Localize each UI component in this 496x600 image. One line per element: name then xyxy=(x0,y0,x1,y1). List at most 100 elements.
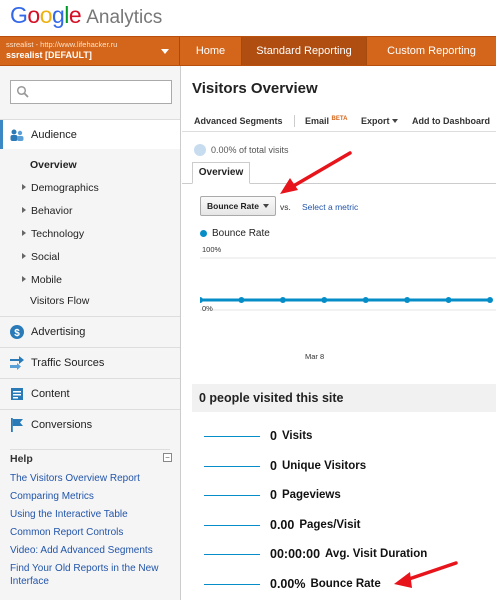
sparkline xyxy=(204,435,260,437)
expand-triangle-icon xyxy=(22,184,26,190)
data-point xyxy=(200,297,203,303)
export-button[interactable]: Export xyxy=(361,116,398,126)
toolbar-divider xyxy=(294,115,295,127)
sparkline xyxy=(204,465,260,467)
help-link[interactable]: Video: Add Advanced Segments xyxy=(10,544,170,557)
advanced-segments-button[interactable]: Advanced Segments xyxy=(194,116,283,126)
metric-dropdown[interactable]: Bounce Rate xyxy=(200,196,276,216)
svg-text:$: $ xyxy=(14,328,20,339)
account-profile: ssrealist [DEFAULT] xyxy=(6,50,92,60)
stat-value: 0 xyxy=(270,488,277,502)
chevron-down-icon xyxy=(263,204,269,208)
add-to-dashboard-button[interactable]: Add to Dashboard xyxy=(412,116,490,126)
help-link[interactable]: Using the Interactive Table xyxy=(10,508,170,521)
page-icon xyxy=(11,387,23,400)
help-link[interactable]: Find Your Old Reports in the New Interfa… xyxy=(10,562,170,588)
sidebar-subitem-label: Technology xyxy=(31,228,85,240)
stat-value: 0.00 xyxy=(270,518,295,532)
legend-label: Bounce Rate xyxy=(212,228,270,239)
sparkline xyxy=(204,494,260,496)
sidebar-subitem-social[interactable]: Social xyxy=(22,248,60,266)
visited-summary: 0 people visited this site xyxy=(192,384,496,412)
sidebar-subitem-visitors-flow[interactable]: Visitors Flow xyxy=(30,292,89,310)
sidebar-item-label: Audience xyxy=(31,128,77,141)
stat-visits[interactable]: 0 Visits xyxy=(204,426,312,446)
y-tick-label-top: 100% xyxy=(202,245,222,254)
stat-unique-visitors[interactable]: 0 Unique Visitors xyxy=(204,456,366,476)
stat-pages-per-visit[interactable]: 0.00 Pages/Visit xyxy=(204,515,361,535)
stat-value: 0 xyxy=(270,429,277,443)
sidebar-subitem-mobile[interactable]: Mobile xyxy=(22,271,62,289)
help-title: Help xyxy=(10,449,170,467)
select-metric-link[interactable]: Select a metric xyxy=(302,202,358,212)
sidebar: Audience Overview Demographics Behavior … xyxy=(0,66,181,600)
stat-pageviews[interactable]: 0 Pageviews xyxy=(204,485,341,505)
metric-dropdown-label: Bounce Rate xyxy=(207,201,259,211)
email-label: Email xyxy=(305,116,330,126)
total-visits-text: 0.00% of total visits xyxy=(211,145,289,155)
sparkline xyxy=(204,553,260,555)
data-point xyxy=(445,297,452,303)
stat-label: Unique Visitors xyxy=(281,460,367,472)
search-input[interactable] xyxy=(10,80,172,104)
account-selector[interactable]: ssrealist - http://www.lifehacker.ru ssr… xyxy=(0,37,180,65)
sidebar-item-advertising[interactable]: $ Advertising xyxy=(0,316,180,346)
segment-dot-icon xyxy=(194,144,206,156)
sidebar-item-label: Conversions xyxy=(31,418,93,431)
series-dot-icon xyxy=(200,230,207,237)
sidebar-subitem-label: Social xyxy=(31,251,60,263)
stat-value: 00:00:00 xyxy=(270,547,321,561)
help-link[interactable]: The Visitors Overview Report xyxy=(10,472,170,485)
analytics-page: Google Analytics ssrealist - http://www.… xyxy=(0,0,496,600)
sidebar-subitem-label: Mobile xyxy=(31,274,62,286)
help-panel: Help − The Visitors Overview Report Comp… xyxy=(0,449,180,588)
arrows-icon xyxy=(10,355,24,370)
stat-label: Bounce Rate xyxy=(310,578,381,590)
dollar-icon: $ xyxy=(10,324,24,339)
expand-triangle-icon xyxy=(22,207,26,213)
sidebar-item-audience[interactable]: Audience xyxy=(0,119,180,149)
x-tick-label: Mar 8 xyxy=(305,352,324,361)
stat-value: 0 xyxy=(270,459,277,473)
stat-label: Pages/Visit xyxy=(299,519,361,531)
sidebar-subitem-behavior[interactable]: Behavior xyxy=(22,202,72,220)
sidebar-subitem-label: Behavior xyxy=(31,205,73,217)
sidebar-item-content[interactable]: Content xyxy=(0,378,180,408)
vs-label: vs. xyxy=(280,202,291,212)
data-point xyxy=(279,297,286,303)
sidebar-item-traffic-sources[interactable]: Traffic Sources xyxy=(0,347,180,377)
sidebar-subitem-demographics[interactable]: Demographics xyxy=(22,179,99,197)
stat-avg-visit-duration[interactable]: 00:00:00 Avg. Visit Duration xyxy=(204,544,427,564)
search-icon xyxy=(16,85,29,98)
tab-overview[interactable]: Overview xyxy=(192,162,250,184)
data-point xyxy=(238,297,245,303)
email-button[interactable]: Email BETA xyxy=(305,116,347,126)
sparkline xyxy=(204,524,260,526)
chart-legend: Bounce Rate xyxy=(200,228,270,239)
stat-label: Visits xyxy=(281,430,313,442)
main-content: Visitors Overview Advanced Segments Emai… xyxy=(182,66,496,600)
line-chart[interactable]: 100% 0% Mar 8 xyxy=(200,242,496,368)
collapse-icon[interactable]: − xyxy=(163,453,172,462)
sidebar-subitem-overview[interactable]: Overview xyxy=(30,156,77,174)
help-link[interactable]: Common Report Controls xyxy=(10,526,170,539)
sparkline xyxy=(204,583,260,585)
sidebar-item-label: Content xyxy=(31,387,70,400)
stat-label: Pageviews xyxy=(281,489,341,501)
flag-icon xyxy=(11,417,23,432)
stat-bounce-rate[interactable]: 0.00% Bounce Rate xyxy=(204,574,381,594)
account-url: ssrealist - http://www.lifehacker.ru xyxy=(6,40,118,49)
help-link[interactable]: Comparing Metrics xyxy=(10,490,170,503)
stat-value: 0.00% xyxy=(270,577,306,591)
people-icon xyxy=(10,129,24,141)
sidebar-item-label: Traffic Sources xyxy=(31,356,105,369)
tab-custom-reporting[interactable]: Custom Reporting xyxy=(367,37,496,65)
beta-badge: BETA xyxy=(331,116,348,122)
sidebar-item-conversions[interactable]: Conversions xyxy=(0,409,180,439)
google-analytics-logo[interactable]: Google Analytics xyxy=(10,2,162,32)
sidebar-subitem-technology[interactable]: Technology xyxy=(22,225,84,243)
top-navigation-bar: ssrealist - http://www.lifehacker.ru ssr… xyxy=(0,36,496,66)
logo-analytics-text: Analytics xyxy=(86,7,163,28)
tab-home[interactable]: Home xyxy=(180,37,242,65)
tab-standard-reporting[interactable]: Standard Reporting xyxy=(242,37,367,65)
